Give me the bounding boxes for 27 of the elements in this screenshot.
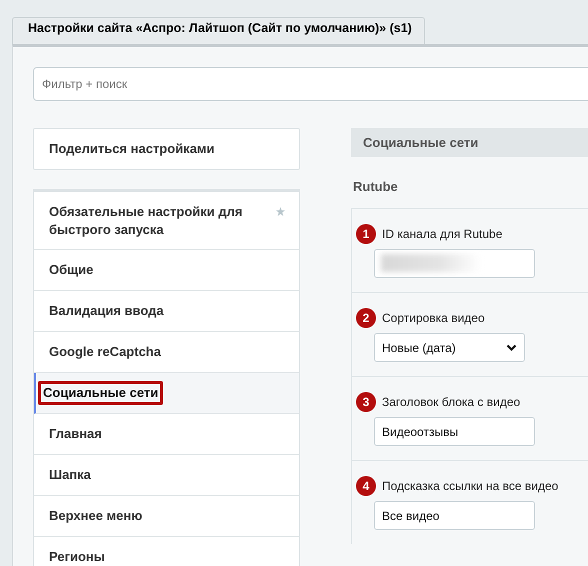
field-label: ID канала для Rutube (382, 227, 502, 241)
number-badge: 2 (356, 308, 376, 328)
tab[interactable]: Настройки сайта «Аспро: Лайтшоп (Сайт по умолчанию)» (s1) (12, 17, 425, 44)
section-subtitle: Rutube (352, 178, 399, 196)
sidebar-item[interactable]: Регионы (34, 537, 299, 566)
sidebar-item[interactable]: Обязательные настройки для быстрого запуска (34, 192, 299, 250)
input-field[interactable]: Все видео (374, 501, 535, 530)
sidebar-item[interactable]: Верхнее меню (34, 496, 299, 537)
number-badge: 1 (356, 224, 376, 244)
input-field[interactable]: Видеоотзывы (374, 417, 535, 446)
share-settings-button[interactable]: Поделиться настройками (33, 128, 300, 170)
sidebar-item[interactable]: Валидация ввода (34, 291, 299, 332)
search-field[interactable]: Фильтр + поиск (33, 67, 588, 101)
sidebar-item[interactable]: Общие (34, 250, 299, 291)
sidebar-item[interactable]: Социальные сети (34, 373, 299, 414)
chevron-icon (506, 344, 517, 352)
number-badge: 4 (356, 476, 376, 496)
dropdown[interactable]: Новые (дата) (374, 333, 525, 362)
field-label: Подсказка ссылки на все видео (382, 479, 558, 493)
field-label: Сортировка видео (382, 311, 485, 325)
number-badge: 3 (356, 392, 376, 412)
sidebar-item[interactable]: Шапка (34, 455, 299, 496)
field-label: Заголовок блока с видео (382, 395, 520, 409)
input-field[interactable] (374, 249, 535, 278)
highlight-frame: Социальные сети (38, 381, 164, 405)
section-header: Социальные сети (351, 128, 588, 157)
sidebar-item[interactable]: Главная (34, 414, 299, 455)
